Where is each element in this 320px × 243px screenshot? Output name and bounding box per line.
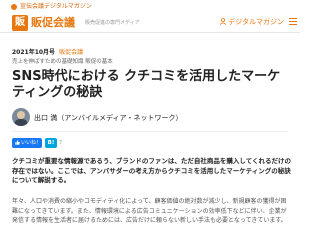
- topbar-label[interactable]: 宣伝会議デジタルマガジン: [20, 2, 92, 11]
- hamburger-menu-icon[interactable]: [289, 18, 297, 26]
- divider: [12, 131, 288, 132]
- site-logo-icon[interactable]: 販: [12, 15, 28, 31]
- article-meta: 2021年10月号 販促会議: [12, 48, 83, 57]
- category-label[interactable]: 販促会議: [59, 49, 83, 56]
- user-icon: [220, 18, 227, 25]
- facebook-like-button[interactable]: いいね！ 13: [12, 138, 42, 156]
- article-lead: クチコミが重要な情報源であるう、ブランドのファンは、ただ自社商品を購入してくれる…: [12, 157, 292, 185]
- digital-magazine-link[interactable]: デジタルマガジン: [220, 17, 284, 28]
- digital-magazine-label: デジタルマガジン: [228, 18, 284, 26]
- hatena-bookmark-button[interactable]: B!: [45, 138, 57, 148]
- author-avatar: [12, 108, 30, 126]
- article-body: 年々、人口や消費の縮小やコモディティ化によって、顧客価値の絶対数が減少し、新規顧…: [12, 198, 287, 224]
- brand-dot-icon: [11, 4, 17, 10]
- article-title: SNS時代における クチコミを活用したマーケティングの秘訣: [12, 69, 281, 100]
- author-name[interactable]: 出口 満（アンバイルメディア・ネットワーク）: [34, 113, 182, 123]
- site-logo-text[interactable]: 販促会議: [31, 16, 75, 30]
- top-bar: 宣伝会議デジタルマガジン: [0, 0, 300, 13]
- thumbs-up-icon: [15, 139, 20, 145]
- site-tagline: 販売促進の専門メディア: [85, 20, 140, 26]
- issue-label[interactable]: 2021年10月号: [12, 49, 55, 56]
- site-header: 販 販促会議 販売促進の専門メディア デジタルマガジン: [0, 13, 300, 33]
- bookmark-count: 7: [59, 140, 63, 146]
- series-subtitle[interactable]: 売上を伸ばすための基礎知識 販促の基本: [12, 58, 113, 66]
